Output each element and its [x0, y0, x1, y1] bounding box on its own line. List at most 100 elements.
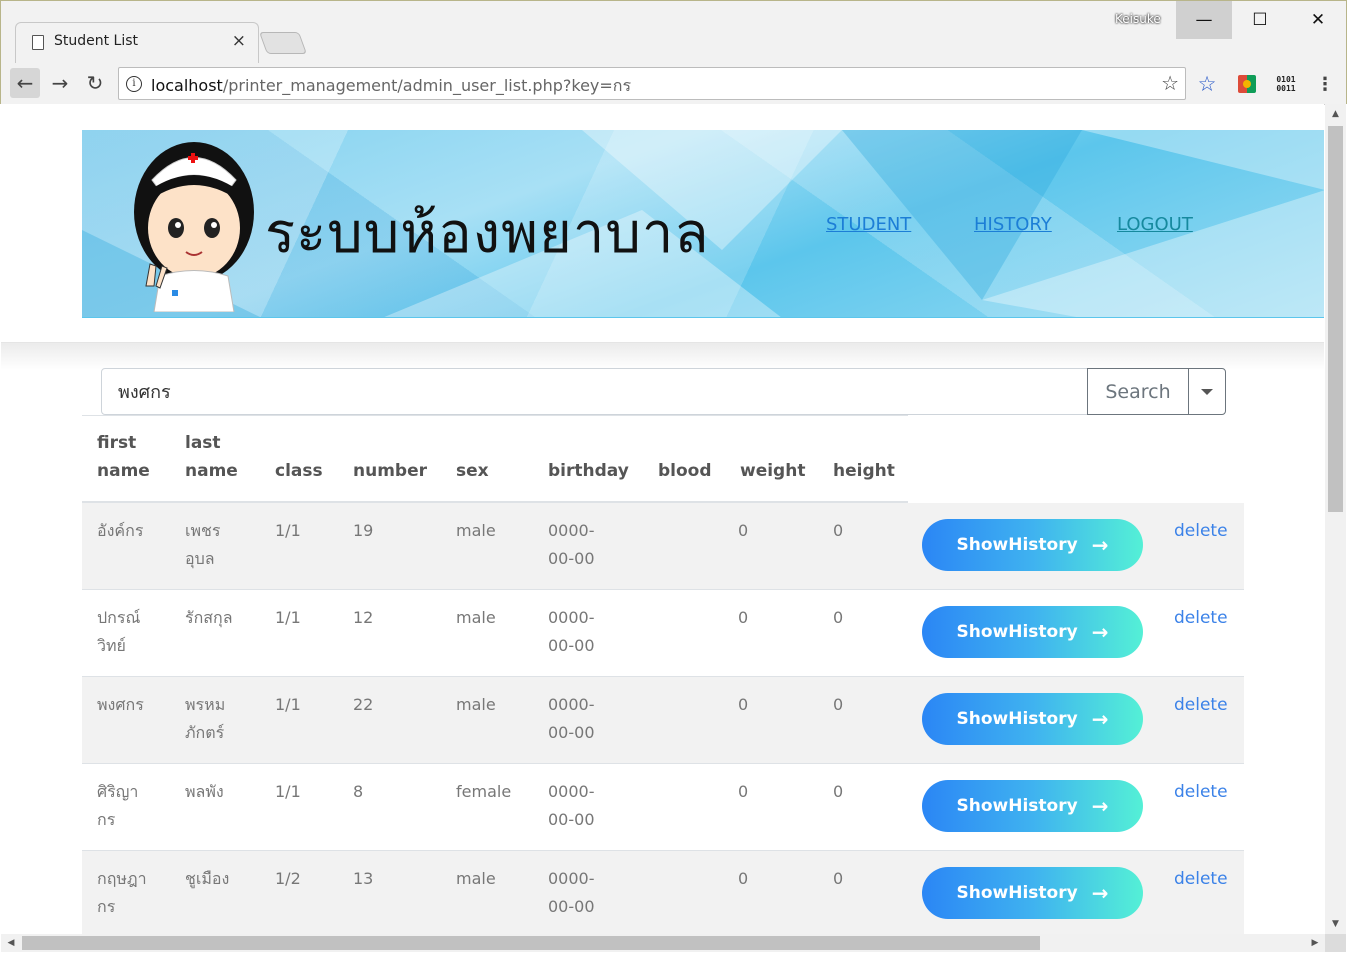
cell-birthday: 0000- 00-00	[548, 865, 595, 921]
header-sex: sex	[456, 461, 489, 481]
delete-link[interactable]: delete	[1174, 691, 1228, 719]
info-icon[interactable]: i	[126, 76, 142, 92]
address-bar[interactable]: i localhost/printer_management/admin_use…	[118, 67, 1186, 100]
cell-weight: 0	[738, 782, 749, 801]
scroll-left-icon[interactable]: ◀	[3, 934, 19, 952]
url-host: localhost	[151, 76, 223, 95]
horizontal-scroll-thumb[interactable]	[22, 936, 1040, 950]
show-history-label: ShowHistory	[956, 535, 1078, 555]
cell-birthday-line: 00-00	[548, 549, 595, 568]
cell-first-name-line: กร	[97, 897, 116, 916]
tab-close-icon[interactable]: ×	[232, 31, 246, 51]
show-history-button[interactable]: ShowHistory →	[922, 867, 1143, 919]
minimize-button[interactable]: —	[1176, 1, 1232, 39]
cell-last-name: เพชร อุบล	[185, 517, 220, 573]
delete-link[interactable]: delete	[1174, 604, 1228, 632]
extension-google-icon[interactable]	[1236, 73, 1258, 95]
cell-class: 1/1	[275, 782, 301, 801]
header-blood: blood	[658, 461, 712, 481]
search-button[interactable]: Search	[1087, 368, 1189, 415]
cell-birthday-line: 00-00	[548, 723, 595, 742]
scroll-right-icon[interactable]: ▶	[1307, 934, 1323, 952]
cell-first-name: ปกรณ์วิทย์	[97, 604, 140, 660]
browser-chrome: Student List × Keisuke — ☐ ✕ ← → ↻ i loc…	[0, 0, 1347, 105]
delete-link[interactable]: delete	[1174, 778, 1228, 806]
browser-tab[interactable]: Student List ×	[15, 22, 259, 63]
cell-height: 0	[833, 608, 844, 627]
new-tab-button[interactable]	[258, 32, 308, 54]
bookmark-star-icon[interactable]: ☆	[1161, 71, 1179, 95]
menu-dots-icon[interactable]: ⋮	[1314, 73, 1336, 95]
arrow-right-icon: →	[1091, 620, 1109, 644]
cell-last-name: ชูเมือง	[185, 865, 229, 893]
cell-sex: male	[456, 695, 496, 714]
scroll-up-icon[interactable]: ▲	[1325, 106, 1346, 122]
back-button[interactable]: ←	[10, 68, 40, 98]
header-height: height	[833, 461, 895, 481]
cell-birthday: 0000- 00-00	[548, 604, 595, 660]
scrollbar-corner	[1325, 934, 1346, 952]
cell-birthday-line: 0000-	[548, 608, 595, 627]
arrow-right-icon: →	[1091, 533, 1109, 557]
header-first-name: first name	[97, 433, 150, 481]
show-history-button[interactable]: ShowHistory →	[922, 780, 1143, 832]
delete-link[interactable]: delete	[1174, 865, 1228, 893]
cell-sex: female	[456, 782, 512, 801]
maximize-button[interactable]: ☐	[1232, 1, 1288, 39]
cell-weight: 0	[738, 608, 749, 627]
cell-class: 1/2	[275, 869, 301, 888]
browser-toolbar: ← → ↻ i localhost/printer_management/adm…	[1, 63, 1346, 105]
cell-first-name-line: วิทย์	[97, 636, 126, 655]
header-shadow	[1, 342, 1324, 370]
cell-birthday-line: 0000-	[548, 521, 595, 540]
search-dropdown-toggle[interactable]	[1188, 368, 1226, 415]
header-weight: weight	[740, 461, 806, 481]
table-row: ศิริญา กร พลพัง 1/1 8 female 0000- 00-00 0 0 ShowH…	[82, 764, 1244, 851]
table-row: ปกรณ์ วิทย์ รักสกุล 1/1 12 male 0000- 00-00 0 0 Sh…	[82, 590, 1244, 677]
cell-first-name: อังค์กร	[97, 517, 143, 545]
cell-last-name-line: อุบล	[185, 549, 215, 568]
cell-number: 19	[353, 521, 374, 540]
cell-height: 0	[833, 782, 844, 801]
show-history-label: ShowHistory	[956, 796, 1078, 816]
forward-button[interactable]: →	[45, 68, 75, 98]
cell-number: 13	[353, 869, 374, 888]
close-window-button[interactable]: ✕	[1290, 1, 1346, 39]
table-header: first name last name class number sex birt…	[82, 415, 908, 503]
reload-button[interactable]: ↻	[80, 68, 110, 98]
cell-number: 12	[353, 608, 374, 627]
show-history-label: ShowHistory	[956, 709, 1078, 729]
page-icon	[32, 35, 44, 50]
student-table: first name last name class number sex birt…	[82, 415, 1244, 934]
cell-first-name-line: ปกรณ์	[97, 608, 141, 627]
cell-sex: male	[456, 608, 496, 627]
extension-star-icon[interactable]: ☆	[1196, 72, 1218, 96]
profile-name[interactable]: Keisuke	[1115, 12, 1161, 26]
cell-birthday: 0000- 00-00	[548, 778, 595, 834]
cell-first-name-line: พงศกร	[97, 695, 144, 714]
header-birthday: birthday	[548, 461, 629, 481]
scroll-down-icon[interactable]: ▼	[1325, 916, 1346, 932]
cell-birthday-line: 00-00	[548, 810, 595, 829]
header-number: number	[353, 461, 428, 481]
nav-history-link[interactable]: HISTORY	[974, 214, 1052, 235]
extension-binary-icon[interactable]: 0101 0011	[1275, 73, 1297, 95]
tab-strip: Student List × Keisuke — ☐ ✕	[1, 1, 1346, 63]
nav-logout-link[interactable]: LOGOUT	[1117, 214, 1193, 235]
cell-first-name: กฤษฎา กร	[97, 865, 147, 921]
tab-title: Student List	[54, 33, 139, 49]
show-history-button[interactable]: ShowHistory →	[922, 519, 1143, 571]
show-history-button[interactable]: ShowHistory →	[922, 606, 1143, 658]
show-history-button[interactable]: ShowHistory →	[922, 693, 1143, 745]
cell-weight: 0	[738, 695, 749, 714]
cell-birthday: 0000- 00-00	[548, 517, 595, 573]
nav-student-link[interactable]: STUDENT	[826, 214, 911, 235]
vertical-scrollbar[interactable]: ▲ ▼	[1325, 104, 1346, 934]
search-input[interactable]	[101, 368, 1088, 415]
table-body: อังค์กร เพชร อุบล 1/1 19 male 0000- 00-00 0 0 Show…	[82, 503, 1244, 934]
horizontal-scrollbar[interactable]: ◀ ▶	[1, 934, 1325, 952]
delete-link[interactable]: delete	[1174, 517, 1228, 545]
header-banner: ระบบห้องพยาบาล STUDENT HISTORY LOGOUT	[82, 130, 1324, 318]
vertical-scroll-thumb[interactable]	[1328, 126, 1343, 512]
cell-birthday-line: 0000-	[548, 782, 595, 801]
